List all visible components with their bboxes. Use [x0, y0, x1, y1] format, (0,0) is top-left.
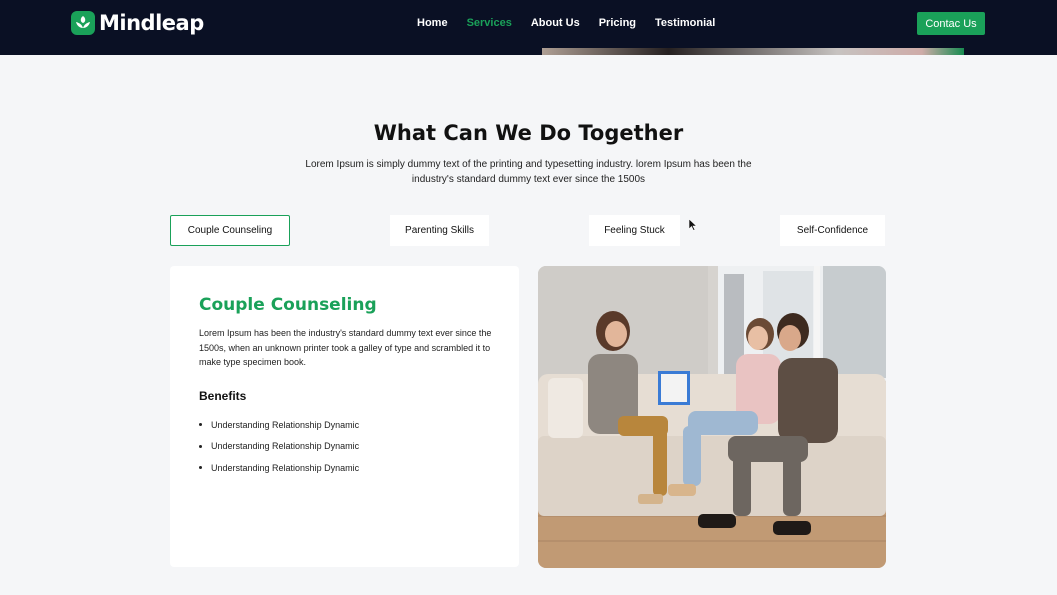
nav-services[interactable]: Services: [467, 17, 512, 29]
bullet-icon: [199, 423, 202, 427]
benefit-text: Understanding Relationship Dynamic: [211, 462, 360, 473]
benefit-text: Understanding Relationship Dynamic: [211, 441, 360, 452]
bullet-icon: [199, 466, 202, 470]
nav-home[interactable]: Home: [417, 17, 448, 29]
site-header: Mindleap Home Services About Us Pricing …: [0, 0, 1057, 55]
card-title: Couple Counseling: [199, 295, 377, 315]
nav-pricing[interactable]: Pricing: [599, 17, 636, 29]
card-description: Lorem Ipsum has been the industry's stan…: [199, 328, 492, 367]
benefit-text: Understanding Relationship Dynamic: [211, 419, 360, 430]
counseling-photo: [538, 266, 886, 568]
benefits-heading: Benefits: [199, 389, 247, 403]
leaf-logo-icon: [71, 11, 95, 35]
nav-about-us[interactable]: About Us: [531, 17, 580, 29]
bullet-icon: [199, 444, 202, 448]
list-item: Understanding Relationship Dynamic: [199, 414, 359, 436]
service-card: Couple Counseling Lorem Ipsum has been t…: [170, 266, 519, 567]
benefits-list: Understanding Relationship Dynamic Under…: [199, 414, 359, 479]
list-item: Understanding Relationship Dynamic: [199, 457, 359, 479]
tab-feeling-stuck[interactable]: Feeling Stuck: [589, 215, 680, 246]
brand-name: Mindleap: [99, 11, 204, 35]
nav-testimonial[interactable]: Testimonial: [655, 17, 715, 29]
mouse-cursor-icon: [688, 216, 698, 235]
contact-us-button[interactable]: Contac Us: [917, 12, 985, 35]
tab-couple-counseling[interactable]: Couple Counseling: [170, 215, 290, 246]
section-subtitle: Lorem Ipsum is simply dummy text of the …: [305, 159, 752, 185]
section-title: What Can We Do Together: [373, 121, 684, 145]
main-nav: Home Services About Us Pricing Testimoni…: [417, 17, 734, 29]
hero-image-edge: [542, 48, 964, 55]
tab-parenting-skills[interactable]: Parenting Skills: [390, 215, 489, 246]
brand-logo[interactable]: Mindleap: [71, 11, 204, 35]
list-item: Understanding Relationship Dynamic: [199, 436, 359, 458]
tab-self-confidence[interactable]: Self-Confidence: [780, 215, 885, 246]
